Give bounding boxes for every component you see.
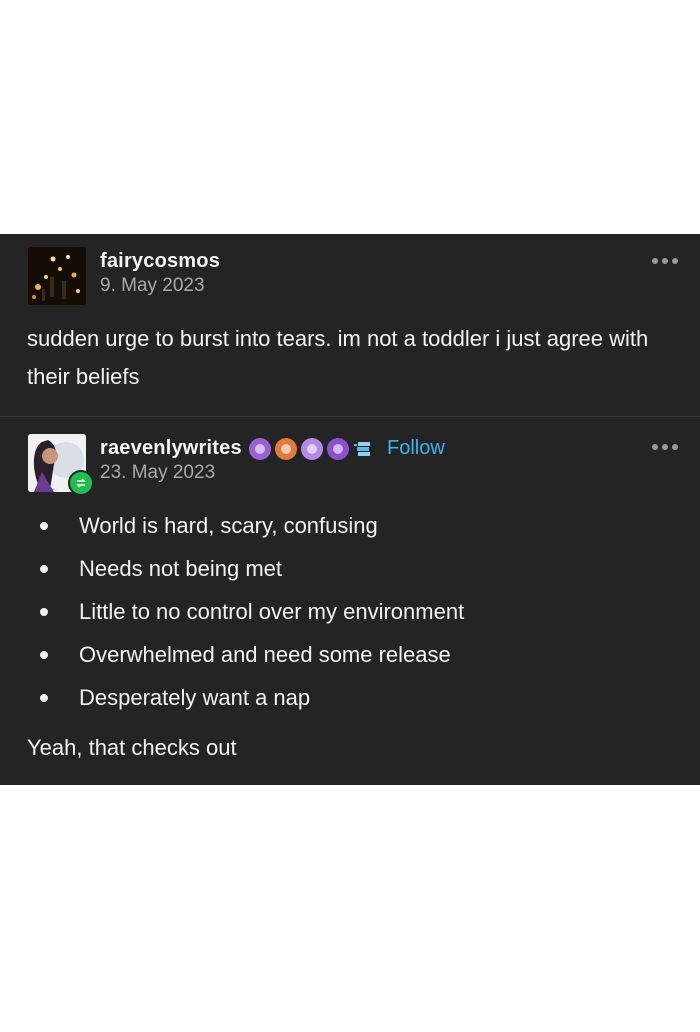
bullet-icon xyxy=(40,694,48,702)
post-closing-text: Yeah, that checks out xyxy=(27,735,237,760)
list-item: Overwhelmed and need some release xyxy=(0,640,700,683)
list-item-text: Little to no control over my environment xyxy=(79,599,465,624)
post-date[interactable]: 9. May 2023 xyxy=(100,275,205,297)
post-username[interactable]: fairycosmos xyxy=(100,250,220,273)
list-item-text: Needs not being met xyxy=(79,556,283,581)
post-body: sudden urge to burst into tears. im not … xyxy=(27,326,649,389)
purple-cake-icon[interactable] xyxy=(249,438,271,460)
dot xyxy=(662,258,668,264)
purple-skull-icon[interactable] xyxy=(327,438,349,460)
bullet-icon xyxy=(40,522,48,530)
list-item: Needs not being met xyxy=(0,554,700,597)
user-badges xyxy=(249,438,373,460)
reblog-arrows-icon xyxy=(76,478,86,488)
dot xyxy=(672,444,678,450)
dot xyxy=(672,258,678,264)
post-thread-card: fairycosmos 9. May 2023 sudden urge to b… xyxy=(0,234,700,785)
more-options-icon[interactable] xyxy=(652,258,678,264)
list-item: World is hard, scary, confusing xyxy=(0,511,700,554)
bullet-icon xyxy=(40,651,48,659)
bullet-icon xyxy=(40,565,48,573)
post-username[interactable]: raevenlywrites xyxy=(100,437,242,460)
pink-bear-icon[interactable] xyxy=(275,438,297,460)
paper-scroll-icon xyxy=(354,442,370,456)
reblog-post: raevenlywrites Follow 23. May 2023 World… xyxy=(0,417,700,785)
reblog-icon xyxy=(68,470,94,496)
page: fairycosmos 9. May 2023 sudden urge to b… xyxy=(0,0,700,1032)
follow-button[interactable]: Follow xyxy=(387,437,445,460)
dot xyxy=(652,258,658,264)
original-post: fairycosmos 9. May 2023 sudden urge to b… xyxy=(0,234,700,416)
dot xyxy=(662,444,668,450)
list-item-text: World is hard, scary, confusing xyxy=(79,513,378,538)
list-item: Little to no control over my environment xyxy=(0,597,700,640)
lavender-monster-icon[interactable] xyxy=(301,438,323,460)
dot xyxy=(652,444,658,450)
candles-photo-icon xyxy=(28,247,86,305)
avatar-fairycosmos[interactable] xyxy=(28,247,86,305)
avatar-raevenlywrites[interactable] xyxy=(28,434,94,496)
list-item-text: Overwhelmed and need some release xyxy=(79,642,451,667)
more-options-icon[interactable] xyxy=(652,444,678,450)
list-item: Desperately want a nap xyxy=(0,683,700,726)
blue-paper-icon[interactable] xyxy=(353,439,373,459)
bullet-list: World is hard, scary, confusing Needs no… xyxy=(0,511,700,726)
post-date[interactable]: 23. May 2023 xyxy=(100,462,215,484)
list-item-text: Desperately want a nap xyxy=(79,685,311,710)
bullet-icon xyxy=(40,608,48,616)
